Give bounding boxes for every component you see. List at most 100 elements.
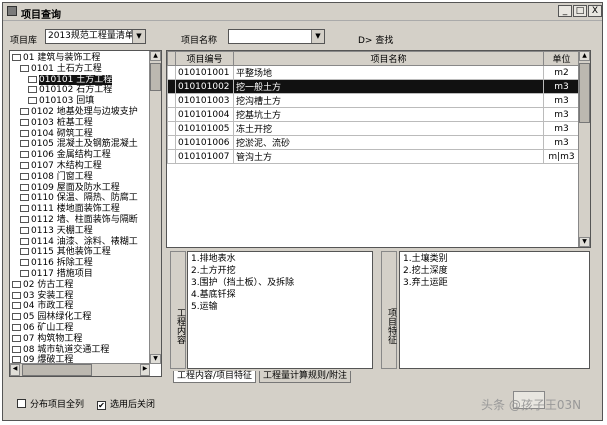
table-row[interactable]: 010101005 冻土开挖 m3 <box>167 121 580 136</box>
list-item: 1.土壤类别 <box>403 254 448 264</box>
tree-item[interactable]: 0106 金属结构工程 <box>20 150 111 161</box>
tree-hscroll-thumb[interactable] <box>22 364 92 376</box>
table-row[interactable]: 010101002 挖一般土方 m3 <box>167 79 580 94</box>
tree-item[interactable]: 0112 墙、柱面装饰与隔断 <box>20 215 138 226</box>
maximize-button[interactable]: □ <box>573 5 587 17</box>
folder-icon <box>20 151 29 159</box>
tree-item-label: 01 建筑与装饰工程 <box>23 53 101 63</box>
grid-vertical-scrollbar[interactable]: ▲ ▼ <box>578 51 590 247</box>
features-side-label: 项目特征 <box>381 251 397 369</box>
scroll-down-icon[interactable]: ▼ <box>150 354 161 364</box>
list-item: 4.基底钎探 <box>191 290 236 300</box>
close-after-checkbox[interactable]: ✔ 选用后关闭 <box>97 397 155 410</box>
folder-icon <box>12 291 21 299</box>
scroll-up-icon[interactable]: ▲ <box>150 51 161 61</box>
chevron-down-icon[interactable]: ▼ <box>311 30 324 43</box>
tree-item[interactable]: 0107 木结构工程 <box>20 161 102 172</box>
tree-item[interactable]: 04 市政工程 <box>12 301 73 312</box>
tree-item[interactable]: 010103 回填 <box>28 96 94 107</box>
list-item: 3.弃土运距 <box>403 278 448 288</box>
tree-item[interactable]: 07 构筑物工程 <box>12 334 82 345</box>
tree-item[interactable]: 0117 措施项目 <box>20 269 93 280</box>
grid-header-unit[interactable]: 单位 <box>543 51 580 66</box>
checkmark-icon[interactable]: ✔ <box>97 401 106 410</box>
show-all-checkbox[interactable]: 分布项目全列 <box>17 397 84 410</box>
tree-item-label: 0102 地基处理与边坡支护 <box>31 107 138 117</box>
tree-item[interactable]: 02 仿古工程 <box>12 280 73 291</box>
scroll-up-icon[interactable]: ▲ <box>579 51 590 61</box>
tree-item[interactable]: 05 园林绿化工程 <box>12 312 91 323</box>
tab-work-content[interactable]: 工程内容/项目特征 <box>173 371 257 383</box>
cell-unit: m3 <box>543 107 580 122</box>
tree-item-label: 0105 混凝土及钢筋混凝土 <box>31 139 138 150</box>
work-content-pane: 1.排地表水 2.土方开挖 3.围护（挡土板）、及拆除 4.基底钎探 5.运输 <box>187 251 373 369</box>
tree-item-label: 0101 土石方工程 <box>31 63 102 74</box>
cell-name: 管沟土方 <box>233 149 544 164</box>
tree-vertical-scrollbar[interactable]: ▲ ▼ <box>149 51 161 364</box>
folder-icon <box>28 75 37 83</box>
folder-icon <box>20 64 29 72</box>
grid-header-code[interactable]: 项目编号 <box>175 51 234 66</box>
minimize-button[interactable]: _ <box>558 5 572 17</box>
chevron-down-icon[interactable]: ▼ <box>132 30 145 43</box>
table-row[interactable]: 010101004 挖基坑土方 m3 <box>167 107 580 122</box>
close-button[interactable]: X <box>588 5 602 17</box>
tree-scroll-thumb[interactable] <box>150 63 161 91</box>
folder-icon <box>20 216 29 223</box>
scroll-right-icon[interactable]: ▶ <box>140 364 150 376</box>
show-all-box[interactable] <box>17 399 26 408</box>
tree-item-label: 0104 砌筑工程 <box>31 128 93 139</box>
cell-name: 平整场地 <box>233 65 544 80</box>
tree-item[interactable]: 0110 保温、隔热、防腐工 <box>20 193 138 204</box>
find-button[interactable]: D> 查找 <box>358 33 393 46</box>
tree-item[interactable]: 03 安装工程 <box>12 291 73 302</box>
cell-code: 010101006 <box>175 135 234 150</box>
library-label: 项目库 <box>10 36 38 46</box>
tree-item[interactable]: 0115 其他装饰工程 <box>20 247 111 258</box>
tree-item[interactable]: 0111 楼地面装饰工程 <box>20 204 120 215</box>
library-select[interactable]: 2013规范工程量清单 ▼ <box>45 29 146 44</box>
tree-item[interactable]: 0116 拆除工程 <box>20 258 93 269</box>
tree-item[interactable]: 010101 土方工程 <box>28 74 113 86</box>
tree-item-label: 05 园林绿化工程 <box>23 312 92 323</box>
tree-item[interactable]: 0114 油漆、涂料、裱糊工 <box>20 237 138 248</box>
category-tree: 01 建筑与装饰工程 0101 土石方工程 010101 土方工程 010102 石方… <box>9 50 162 377</box>
tab-calc-rules[interactable]: 工程量计算规则/附注 <box>259 371 352 383</box>
table-row[interactable]: 010101006 挖淤泥、流砂 m3 <box>167 135 580 150</box>
tree-item[interactable]: 0103 桩基工程 <box>20 118 93 129</box>
folder-icon <box>12 324 21 331</box>
show-all-label: 分布项目全列 <box>30 400 85 410</box>
table-row[interactable]: 010101003 挖沟槽土方 m3 <box>167 93 580 108</box>
folder-icon <box>20 140 29 148</box>
tree-item[interactable]: 0105 混凝土及钢筋混凝土 <box>20 139 138 150</box>
tree-item[interactable]: 0109 屋面及防水工程 <box>20 183 120 194</box>
folder-icon <box>12 302 21 310</box>
scroll-down-icon[interactable]: ▼ <box>579 237 590 247</box>
scroll-left-icon[interactable]: ◀ <box>10 364 20 376</box>
folder-icon <box>12 280 21 288</box>
cell-name: 冻土开挖 <box>233 121 544 136</box>
table-row[interactable]: 010101007 管沟土方 m|m3 <box>167 149 580 164</box>
table-row[interactable]: 010101001 平整场地 m2 <box>167 65 580 80</box>
folder-icon <box>12 345 21 353</box>
folder-icon <box>20 248 29 256</box>
tree-item[interactable]: 0113 天棚工程 <box>20 226 93 237</box>
library-select-value: 2013规范工程量清单 <box>48 31 134 41</box>
cell-mark <box>167 121 176 136</box>
tree-item[interactable]: 010102 石方工程 <box>28 85 112 96</box>
tree-item[interactable]: 0101 土石方工程 <box>20 64 102 75</box>
tree-item[interactable]: 0102 地基处理与边坡支护 <box>20 107 138 118</box>
tree-horizontal-scrollbar[interactable]: ◀ ▶ <box>10 363 150 376</box>
tree-item[interactable]: 0108 门窗工程 <box>20 172 93 183</box>
cell-unit: m3 <box>543 93 580 108</box>
cell-code: 010101002 <box>175 79 234 94</box>
cell-code: 010101004 <box>175 107 234 122</box>
tree-item-label: 07 构筑物工程 <box>23 333 83 344</box>
tree-item[interactable]: 0104 砌筑工程 <box>20 129 93 140</box>
name-input[interactable]: ▼ <box>228 29 325 44</box>
tree-item[interactable]: 01 建筑与装饰工程 <box>12 53 100 64</box>
grid-scroll-thumb[interactable] <box>579 63 590 123</box>
tree-item[interactable]: 08 城市轨道交通工程 <box>12 345 109 356</box>
tree-item[interactable]: 06 矿山工程 <box>12 323 73 334</box>
grid-header-name[interactable]: 项目名称 <box>233 51 544 66</box>
